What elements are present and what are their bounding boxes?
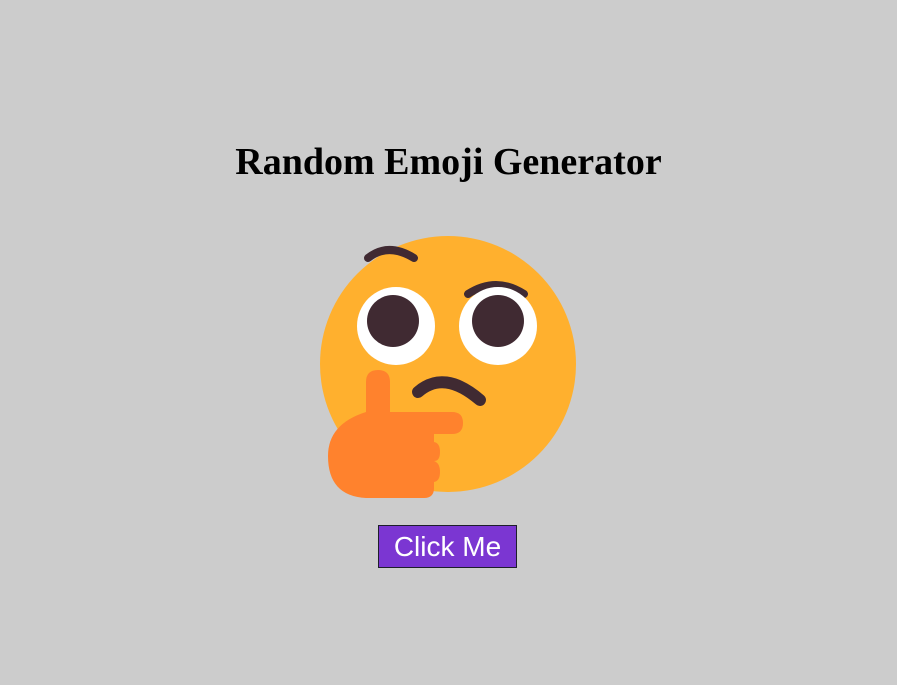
emoji-right-pupil bbox=[472, 295, 524, 347]
emoji-display bbox=[318, 232, 578, 502]
page: Random Emoji Generator Click Me bbox=[0, 0, 897, 685]
thinking-face-icon bbox=[320, 236, 576, 498]
page-title: Random Emoji Generator bbox=[235, 141, 662, 183]
emoji-left-pupil bbox=[367, 295, 419, 347]
click-me-button[interactable]: Click Me bbox=[378, 525, 517, 568]
